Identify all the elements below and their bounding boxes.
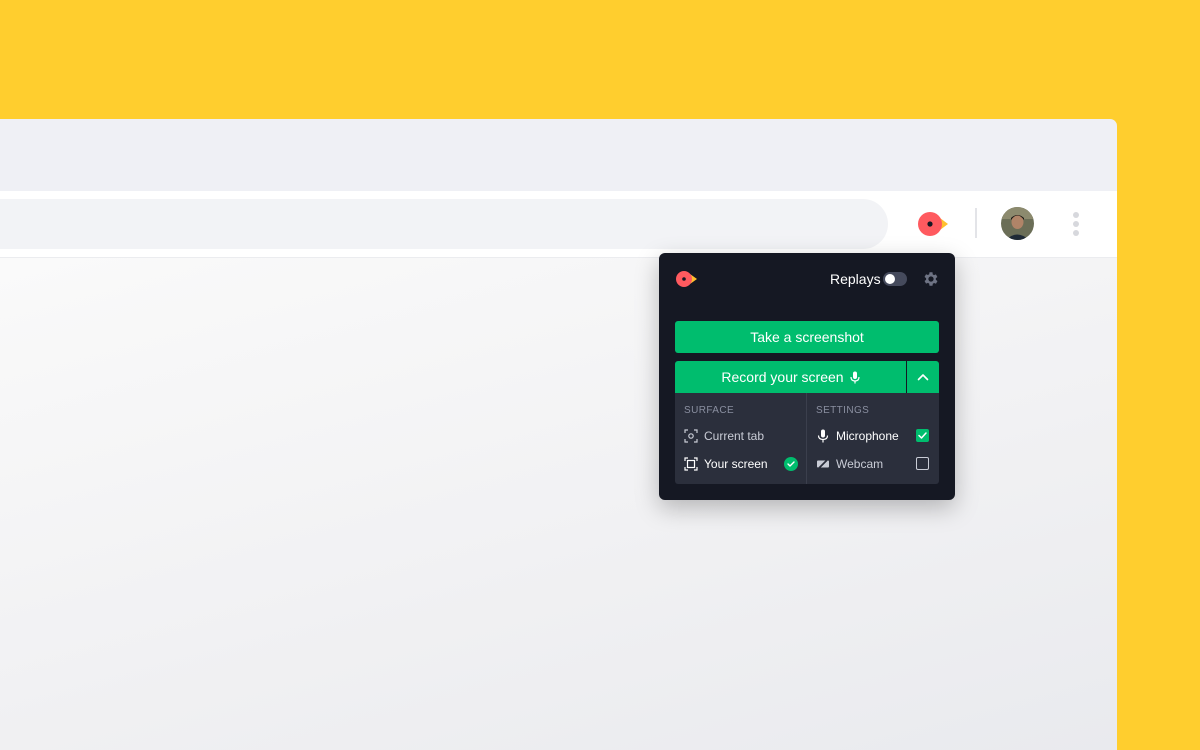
toggle-knob: [885, 274, 895, 284]
record-row: Record your screen: [675, 361, 939, 393]
replays-label: Replays: [830, 271, 881, 287]
record-screen-button[interactable]: Record your screen: [675, 361, 906, 393]
microphone-icon: [849, 371, 860, 383]
selected-check-icon: [784, 457, 798, 471]
webcam-off-icon: [817, 458, 829, 470]
kebab-menu-icon[interactable]: [1068, 209, 1084, 239]
webcam-checkbox[interactable]: [916, 457, 929, 470]
microphone-icon: [817, 429, 829, 443]
replays-toggle[interactable]: [883, 272, 907, 286]
surface-option-label: Your screen: [704, 457, 768, 471]
take-screenshot-button[interactable]: Take a screenshot: [675, 321, 939, 353]
settings-option-microphone[interactable]: Microphone: [816, 426, 899, 446]
chevron-up-icon: [917, 374, 929, 381]
gear-icon[interactable]: [922, 270, 940, 288]
avatar[interactable]: [1001, 207, 1034, 240]
expand-options-button[interactable]: [907, 361, 939, 393]
extension-popup: Replays Take a screenshot Record your sc…: [659, 253, 955, 500]
record-options-panel: SURFACE SETTINGS Current tab Your screen: [675, 393, 939, 484]
browser-toolbar: [0, 191, 1117, 258]
screen-capture-icon: [684, 457, 698, 471]
surface-option-label: Current tab: [704, 429, 765, 443]
toolbar-divider: [975, 208, 977, 238]
surface-heading: SURFACE: [684, 405, 735, 416]
microphone-checkbox[interactable]: [916, 429, 929, 442]
settings-option-label: Webcam: [836, 457, 884, 471]
options-divider: [806, 393, 807, 484]
address-bar[interactable]: [0, 199, 888, 249]
settings-option-label: Microphone: [836, 429, 899, 443]
bird-logo-icon: [676, 271, 697, 287]
settings-option-webcam[interactable]: Webcam: [816, 454, 883, 474]
record-screen-label: Record your screen: [721, 369, 844, 385]
tab-capture-icon: [684, 429, 698, 443]
bird-logo-icon[interactable]: [916, 209, 948, 239]
take-screenshot-label: Take a screenshot: [750, 329, 864, 345]
surface-option-current-tab[interactable]: Current tab: [684, 426, 764, 446]
surface-option-your-screen[interactable]: Your screen: [684, 454, 768, 474]
settings-heading: SETTINGS: [816, 405, 870, 416]
